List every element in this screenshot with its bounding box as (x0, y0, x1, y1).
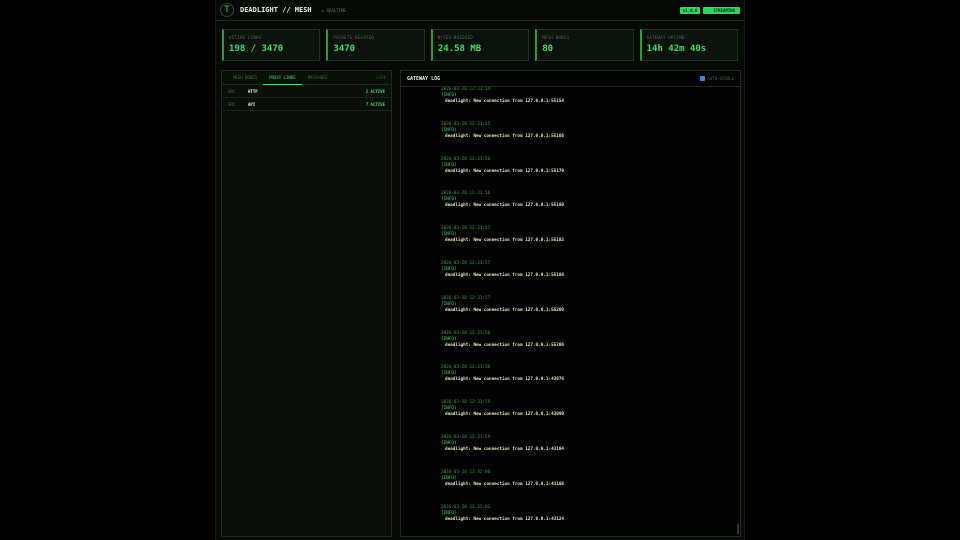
log-entry: 2026-03-28 12:31:57 [INFO] deadlight: New … (441, 261, 740, 296)
log-msg: deadlight: New connection from 127.0.0.1… (445, 412, 564, 418)
stat-value: 198 / 3470 (229, 44, 284, 54)
stat-label: PACKETS RELAYED (333, 35, 375, 40)
stat-card: BYTES BRIDGED 24.58 MB (430, 29, 530, 61)
auto-scroll-toggle[interactable]: AUTO-SCROLL (699, 76, 735, 81)
log-msg: deadlight: New connection from 127.0.0.1… (445, 377, 564, 383)
log-msg: deadlight: New connection from 127.0.0.1… (445, 307, 564, 313)
log-msg: deadlight: New connection from 127.0.0.1… (445, 516, 564, 522)
link-type: SRC (228, 88, 236, 94)
tab-passages[interactable]: PASSAGES (302, 71, 333, 85)
stat-label: GATEWAY UPTIME (646, 35, 685, 40)
log-entry: 2026-03-28 12:31:58 [INFO] deadlight: New … (441, 331, 740, 366)
log-msg: deadlight: New connection from 127.0.0.1… (445, 99, 564, 104)
link-row[interactable]: SRC API 7 ACTIVE (222, 98, 391, 111)
auto-scroll-label: AUTO-SCROLL (707, 76, 735, 81)
log-msg: deadlight: New connection from 127.0.0.1… (445, 481, 564, 487)
log-entry: 2026-03-28 12:32:02 [INFO] deadlight: New … (441, 505, 740, 536)
stat-label: ACTIVE LINKS (229, 35, 262, 40)
tab-proxy-links[interactable]: PROXY LINKS (263, 71, 302, 85)
logo-icon: T (220, 3, 234, 17)
stat-card: PACKETS RELAYED 3470 (326, 29, 425, 61)
stat-value: 80 (542, 44, 554, 54)
status-badge: STREAMING (703, 6, 740, 14)
gateway-log-panel: GATEWAY LOG AUTO-SCROLL 2026-03-28 12:31… (400, 70, 741, 537)
log-entry: 2026-03-28 12:31:58 [INFO] deadlight: New … (441, 365, 740, 400)
live-indicator: LIVE (376, 75, 386, 80)
log-msg: deadlight: New connection from 127.0.0.1… (445, 168, 564, 174)
log-entry: 2026-03-28 12:31:57 [INFO] deadlight: New … (441, 296, 740, 331)
log-title: GATEWAY LOG (407, 75, 441, 82)
link-name: HTTP (248, 88, 258, 94)
log-msg: deadlight: New connection from 127.0.0.1… (445, 238, 564, 244)
link-row[interactable]: SRC HTTP 2 ACTIVE (222, 85, 391, 98)
log-list[interactable]: 2026-03-28 12:31:54 [INFO] deadlight: New … (401, 87, 740, 536)
log-msg: deadlight: New connection from 127.0.0.1… (445, 446, 564, 452)
stat-card: GATEWAY UPTIME 14h 42m 40s (639, 29, 739, 61)
log-entry: 2026-03-28 12:32:00 [INFO] deadlight: New … (441, 470, 740, 505)
header: T DEADLIGHT // MESH ▸ REALTIME v1.0.0 ST… (216, 0, 744, 21)
stats-row: ACTIVE LINKS 198 / 3470 PACKETS RELAYED 347… (222, 29, 739, 61)
log-entry: 2026-03-28 12:31:56 [INFO] deadlight: New … (441, 157, 740, 192)
stat-label: BYTES BRIDGED (437, 35, 474, 40)
play-icon: ▸ (321, 7, 325, 13)
link-count: 7 ACTIVE (365, 101, 385, 107)
panel-tabs: MESH NODES PROXY LINKS PASSAGES LIVE (222, 71, 391, 85)
link-name: API (248, 101, 256, 107)
mode-label: REALTIME (326, 7, 346, 13)
checkbox-checked-icon[interactable] (699, 76, 705, 81)
log-entry: 2026-03-28 12:31:56 [INFO] deadlight: New … (441, 191, 740, 226)
app-frame: T DEADLIGHT // MESH ▸ REALTIME v1.0.0 ST… (215, 0, 745, 540)
stat-value: 24.58 MB (437, 44, 482, 54)
stat-card: ACTIVE LINKS 198 / 3470 (222, 29, 321, 61)
link-count: 2 ACTIVE (365, 88, 385, 94)
stat-value: 14h 42m 40s (646, 44, 707, 54)
stat-card: MESH NODES 80 (535, 29, 634, 61)
links-panel: MESH NODES PROXY LINKS PASSAGES LIVE SRC HTT… (221, 70, 392, 537)
stat-value: 3470 (333, 44, 356, 54)
version-badge: v1.0.0 (679, 6, 701, 14)
tab-mesh-nodes[interactable]: MESH NODES (227, 71, 263, 85)
log-entry: 2026-03-28 12:31:59 [INFO] deadlight: New … (441, 400, 740, 435)
log-msg: deadlight: New connection from 127.0.0.1… (445, 272, 564, 278)
app-title: DEADLIGHT // MESH (240, 6, 312, 14)
link-type: SRC (228, 101, 236, 107)
log-entry: 2026-03-28 12:31:55 [INFO] deadlight: New … (441, 122, 740, 157)
stat-label: MESH NODES (542, 35, 570, 40)
log-entry: 2026-03-28 12:31:59 [INFO] deadlight: New … (441, 435, 740, 470)
log-scrollbar[interactable] (737, 524, 739, 534)
mode-indicator: ▸ REALTIME (322, 8, 346, 13)
log-entry: 2026-03-28 12:31:57 [INFO] deadlight: New … (441, 226, 740, 261)
log-msg: deadlight: New connection from 127.0.0.1… (445, 342, 564, 348)
log-msg: deadlight: New connection from 127.0.0.1… (445, 203, 564, 209)
log-msg: deadlight: New connection from 127.0.0.1… (445, 133, 564, 139)
log-entry: 2026-03-28 12:31:54 [INFO] deadlight: New … (441, 87, 740, 122)
